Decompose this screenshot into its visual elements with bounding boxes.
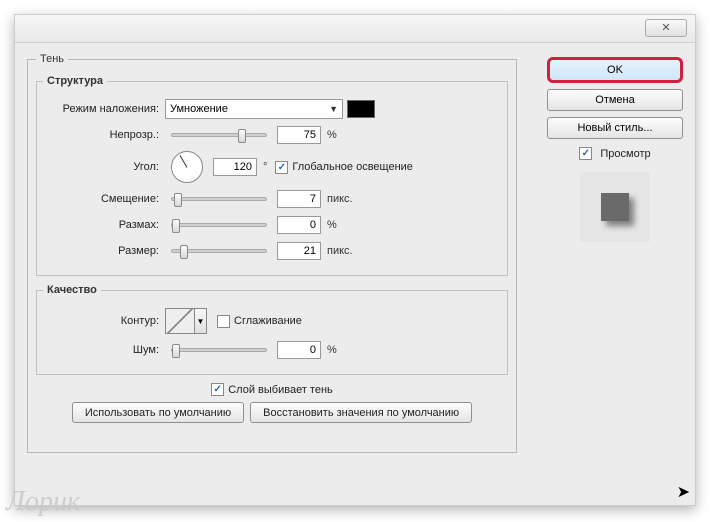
distance-row: Смещение: 7 пикс. bbox=[43, 187, 501, 211]
titlebar: ✕ bbox=[15, 15, 695, 43]
size-unit: пикс. bbox=[327, 245, 353, 257]
opacity-input[interactable]: 75 bbox=[277, 126, 321, 144]
preview-label: Просмотр bbox=[600, 148, 650, 160]
side-panel: OK Отмена Новый стиль... Просмотр bbox=[547, 57, 683, 242]
knockout-checkbox[interactable] bbox=[211, 383, 224, 396]
antialias-label: Сглаживание bbox=[234, 315, 302, 327]
size-row: Размер: 21 пикс. bbox=[43, 239, 501, 263]
shadow-color-swatch[interactable] bbox=[347, 100, 375, 118]
contour-picker[interactable]: ▼ bbox=[165, 308, 207, 334]
spread-input[interactable]: 0 bbox=[277, 216, 321, 234]
preview-checkbox[interactable] bbox=[579, 147, 592, 160]
blend-mode-value: Умножение bbox=[170, 103, 228, 115]
dialog-body: Тень Структура Режим наложения: Умножени… bbox=[15, 43, 695, 505]
noise-input[interactable]: 0 bbox=[277, 341, 321, 359]
dialog-window: ✕ Тень Структура Режим наложения: Умноже… bbox=[14, 14, 696, 506]
angle-hand-icon bbox=[180, 155, 188, 168]
angle-input[interactable]: 120 bbox=[213, 158, 257, 176]
use-default-button[interactable]: Использовать по умолчанию bbox=[72, 402, 244, 423]
spread-unit: % bbox=[327, 219, 337, 231]
distance-unit: пикс. bbox=[327, 193, 353, 205]
knockout-label: Слой выбивает тень bbox=[228, 384, 333, 396]
size-label: Размер: bbox=[43, 245, 165, 257]
opacity-unit: % bbox=[327, 129, 337, 141]
noise-slider[interactable] bbox=[171, 348, 267, 352]
noise-label: Шум: bbox=[43, 344, 165, 356]
shadow-group: Тень Структура Режим наложения: Умножени… bbox=[27, 53, 517, 453]
distance-input[interactable]: 7 bbox=[277, 190, 321, 208]
angle-label: Угол: bbox=[43, 161, 165, 173]
contour-thumbnail-icon bbox=[165, 308, 195, 334]
distance-slider[interactable] bbox=[171, 197, 267, 201]
global-light-checkbox[interactable] bbox=[275, 161, 288, 174]
knockout-row: Слой выбивает тень bbox=[36, 383, 508, 396]
chevron-down-icon: ▼ bbox=[195, 308, 207, 334]
new-style-button[interactable]: Новый стиль... bbox=[547, 117, 683, 139]
spread-row: Размах: 0 % bbox=[43, 213, 501, 237]
ok-button[interactable]: OK bbox=[547, 57, 683, 83]
blend-mode-label: Режим наложения: bbox=[43, 103, 165, 115]
cursor-icon: ➤ bbox=[677, 482, 690, 502]
distance-label: Смещение: bbox=[43, 193, 165, 205]
structure-group: Структура Режим наложения: Умножение ▼ Н… bbox=[36, 75, 508, 276]
quality-legend: Качество bbox=[43, 284, 101, 296]
antialias-checkbox[interactable] bbox=[217, 315, 230, 328]
angle-dial[interactable] bbox=[171, 151, 203, 183]
blend-mode-row: Режим наложения: Умножение ▼ bbox=[43, 97, 501, 121]
noise-unit: % bbox=[327, 344, 337, 356]
restore-default-button[interactable]: Восстановить значения по умолчанию bbox=[250, 402, 472, 423]
contour-row: Контур: ▼ Сглаживание bbox=[43, 306, 501, 336]
angle-row: Угол: 120 ° Глобальное освещение bbox=[43, 149, 501, 185]
noise-row: Шум: 0 % bbox=[43, 338, 501, 362]
blend-mode-combo[interactable]: Умножение ▼ bbox=[165, 99, 343, 119]
opacity-slider[interactable] bbox=[171, 133, 267, 137]
global-light-label: Глобальное освещение bbox=[292, 161, 413, 173]
cancel-button[interactable]: Отмена bbox=[547, 89, 683, 111]
shadow-legend: Тень bbox=[36, 53, 68, 65]
opacity-row: Непрозр.: 75 % bbox=[43, 123, 501, 147]
structure-legend: Структура bbox=[43, 75, 107, 87]
angle-unit: ° bbox=[263, 161, 267, 173]
contour-label: Контур: bbox=[43, 315, 165, 327]
defaults-row: Использовать по умолчанию Восстановить з… bbox=[36, 402, 508, 423]
preview-row: Просмотр bbox=[547, 147, 683, 160]
spread-label: Размах: bbox=[43, 219, 165, 231]
preview-box bbox=[580, 172, 650, 242]
size-slider[interactable] bbox=[171, 249, 267, 253]
quality-group: Качество Контур: ▼ Сглаживание Шум: bbox=[36, 284, 508, 375]
chevron-down-icon: ▼ bbox=[329, 104, 338, 114]
close-button[interactable]: ✕ bbox=[645, 19, 687, 37]
size-input[interactable]: 21 bbox=[277, 242, 321, 260]
opacity-label: Непрозр.: bbox=[43, 129, 165, 141]
spread-slider[interactable] bbox=[171, 223, 267, 227]
preview-swatch bbox=[601, 193, 629, 221]
